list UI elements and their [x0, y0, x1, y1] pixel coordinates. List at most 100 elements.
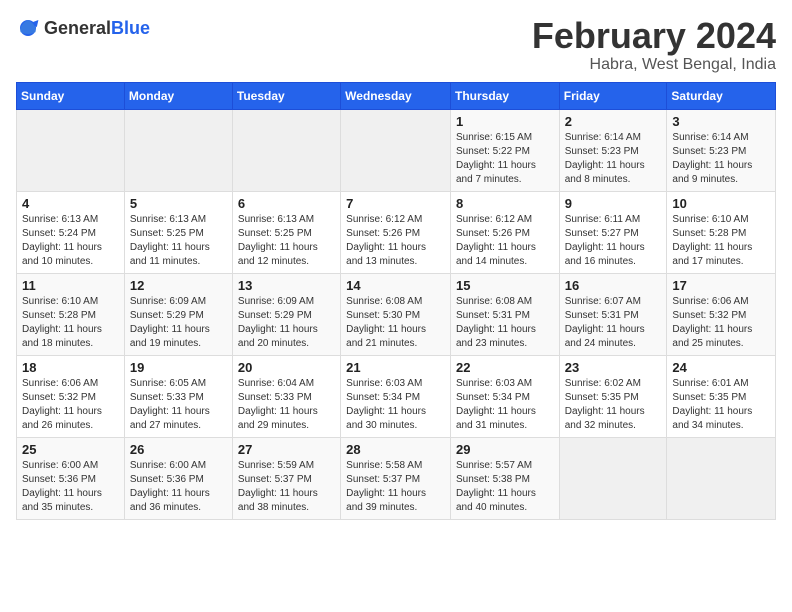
- day-cell: 8 Sunrise: 6:12 AM Sunset: 5:26 PM Daylig…: [450, 191, 559, 273]
- day-info: Sunrise: 6:04 AM Sunset: 5:33 PM Dayligh…: [238, 377, 335, 433]
- location-subtitle: Habra, West Bengal, India: [532, 56, 776, 74]
- day-cell: [559, 437, 667, 519]
- day-cell: 9 Sunrise: 6:11 AM Sunset: 5:27 PM Daylig…: [559, 191, 667, 273]
- day-info: Sunrise: 6:08 AM Sunset: 5:31 PM Dayligh…: [456, 295, 554, 351]
- day-number: 22: [456, 360, 554, 375]
- day-cell: 17 Sunrise: 6:06 AM Sunset: 5:32 PM Dayli…: [667, 273, 776, 355]
- day-info: Sunrise: 5:58 AM Sunset: 5:37 PM Dayligh…: [346, 459, 445, 515]
- day-info: Sunrise: 6:00 AM Sunset: 5:36 PM Dayligh…: [130, 459, 227, 515]
- day-cell: 15 Sunrise: 6:08 AM Sunset: 5:31 PM Dayli…: [450, 273, 559, 355]
- month-title: February 2024: [532, 16, 776, 56]
- day-cell: [232, 109, 340, 191]
- logo-blue: Blue: [111, 18, 150, 38]
- day-number: 15: [456, 278, 554, 293]
- page-header: GeneralBlue February 2024 Habra, West Be…: [16, 16, 776, 74]
- day-info: Sunrise: 6:15 AM Sunset: 5:22 PM Dayligh…: [456, 131, 554, 187]
- day-cell: 5 Sunrise: 6:13 AM Sunset: 5:25 PM Daylig…: [124, 191, 232, 273]
- title-block: February 2024 Habra, West Bengal, India: [532, 16, 776, 74]
- day-number: 26: [130, 442, 227, 457]
- day-number: 9: [565, 196, 662, 211]
- day-cell: 7 Sunrise: 6:12 AM Sunset: 5:26 PM Daylig…: [341, 191, 451, 273]
- day-number: 17: [672, 278, 770, 293]
- day-info: Sunrise: 6:14 AM Sunset: 5:23 PM Dayligh…: [672, 131, 770, 187]
- day-number: 19: [130, 360, 227, 375]
- day-number: 11: [22, 278, 119, 293]
- day-number: 12: [130, 278, 227, 293]
- day-info: Sunrise: 6:13 AM Sunset: 5:24 PM Dayligh…: [22, 213, 119, 269]
- day-number: 5: [130, 196, 227, 211]
- day-info: Sunrise: 6:13 AM Sunset: 5:25 PM Dayligh…: [238, 213, 335, 269]
- day-info: Sunrise: 5:57 AM Sunset: 5:38 PM Dayligh…: [456, 459, 554, 515]
- day-cell: 27Sunrise: 5:59 AM Sunset: 5:37 PM Dayli…: [232, 437, 340, 519]
- day-info: Sunrise: 6:00 AM Sunset: 5:36 PM Dayligh…: [22, 459, 119, 515]
- day-number: 3: [672, 114, 770, 129]
- header-saturday: Saturday: [667, 82, 776, 109]
- day-cell: [667, 437, 776, 519]
- day-info: Sunrise: 6:10 AM Sunset: 5:28 PM Dayligh…: [672, 213, 770, 269]
- day-info: Sunrise: 6:03 AM Sunset: 5:34 PM Dayligh…: [346, 377, 445, 433]
- day-cell: [17, 109, 125, 191]
- day-number: 18: [22, 360, 119, 375]
- day-cell: 26 Sunrise: 6:00 AM Sunset: 5:36 PM Dayli…: [124, 437, 232, 519]
- day-number: 4: [22, 196, 119, 211]
- day-info: Sunrise: 6:14 AM Sunset: 5:23 PM Dayligh…: [565, 131, 662, 187]
- week-row-2: 4 Sunrise: 6:13 AM Sunset: 5:24 PM Daylig…: [17, 191, 776, 273]
- calendar-table: SundayMondayTuesdayWednesdayThursdayFrid…: [16, 82, 776, 520]
- day-cell: 14Sunrise: 6:08 AM Sunset: 5:30 PM Dayli…: [341, 273, 451, 355]
- day-number: 21: [346, 360, 445, 375]
- header-monday: Monday: [124, 82, 232, 109]
- day-cell: 12 Sunrise: 6:09 AM Sunset: 5:29 PM Dayli…: [124, 273, 232, 355]
- day-number: 27: [238, 442, 335, 457]
- day-cell: 18 Sunrise: 6:06 AM Sunset: 5:32 PM Dayli…: [17, 355, 125, 437]
- day-cell: 24Sunrise: 6:01 AM Sunset: 5:35 PM Dayli…: [667, 355, 776, 437]
- header-sunday: Sunday: [17, 82, 125, 109]
- day-cell: 21 Sunrise: 6:03 AM Sunset: 5:34 PM Dayli…: [341, 355, 451, 437]
- day-info: Sunrise: 6:07 AM Sunset: 5:31 PM Dayligh…: [565, 295, 662, 351]
- day-number: 14: [346, 278, 445, 293]
- calendar-header-row: SundayMondayTuesdayWednesdayThursdayFrid…: [17, 82, 776, 109]
- day-info: Sunrise: 6:10 AM Sunset: 5:28 PM Dayligh…: [22, 295, 119, 351]
- day-cell: [341, 109, 451, 191]
- week-row-4: 18 Sunrise: 6:06 AM Sunset: 5:32 PM Dayli…: [17, 355, 776, 437]
- day-info: Sunrise: 6:12 AM Sunset: 5:26 PM Dayligh…: [346, 213, 445, 269]
- day-cell: 10Sunrise: 6:10 AM Sunset: 5:28 PM Dayli…: [667, 191, 776, 273]
- day-info: Sunrise: 6:06 AM Sunset: 5:32 PM Dayligh…: [22, 377, 119, 433]
- week-row-1: 1 Sunrise: 6:15 AM Sunset: 5:22 PM Daylig…: [17, 109, 776, 191]
- day-number: 16: [565, 278, 662, 293]
- header-wednesday: Wednesday: [341, 82, 451, 109]
- day-info: Sunrise: 6:09 AM Sunset: 5:29 PM Dayligh…: [238, 295, 335, 351]
- logo: GeneralBlue: [16, 16, 150, 40]
- logo-general: General: [44, 18, 111, 38]
- day-cell: 4 Sunrise: 6:13 AM Sunset: 5:24 PM Daylig…: [17, 191, 125, 273]
- day-info: Sunrise: 6:05 AM Sunset: 5:33 PM Dayligh…: [130, 377, 227, 433]
- day-cell: [124, 109, 232, 191]
- day-number: 1: [456, 114, 554, 129]
- day-number: 23: [565, 360, 662, 375]
- week-row-3: 11 Sunrise: 6:10 AM Sunset: 5:28 PM Dayli…: [17, 273, 776, 355]
- day-number: 29: [456, 442, 554, 457]
- day-cell: 28 Sunrise: 5:58 AM Sunset: 5:37 PM Dayli…: [341, 437, 451, 519]
- day-number: 20: [238, 360, 335, 375]
- day-info: Sunrise: 6:06 AM Sunset: 5:32 PM Dayligh…: [672, 295, 770, 351]
- day-number: 24: [672, 360, 770, 375]
- day-cell: 3 Sunrise: 6:14 AM Sunset: 5:23 PM Daylig…: [667, 109, 776, 191]
- day-info: Sunrise: 6:09 AM Sunset: 5:29 PM Dayligh…: [130, 295, 227, 351]
- week-row-5: 25Sunrise: 6:00 AM Sunset: 5:36 PM Dayli…: [17, 437, 776, 519]
- day-cell: 25Sunrise: 6:00 AM Sunset: 5:36 PM Dayli…: [17, 437, 125, 519]
- day-cell: 6 Sunrise: 6:13 AM Sunset: 5:25 PM Daylig…: [232, 191, 340, 273]
- day-cell: 19 Sunrise: 6:05 AM Sunset: 5:33 PM Dayli…: [124, 355, 232, 437]
- day-info: Sunrise: 6:03 AM Sunset: 5:34 PM Dayligh…: [456, 377, 554, 433]
- day-number: 28: [346, 442, 445, 457]
- day-number: 7: [346, 196, 445, 211]
- day-cell: 22 Sunrise: 6:03 AM Sunset: 5:34 PM Dayli…: [450, 355, 559, 437]
- day-info: Sunrise: 6:13 AM Sunset: 5:25 PM Dayligh…: [130, 213, 227, 269]
- day-cell: 11 Sunrise: 6:10 AM Sunset: 5:28 PM Dayli…: [17, 273, 125, 355]
- day-number: 8: [456, 196, 554, 211]
- day-info: Sunrise: 6:12 AM Sunset: 5:26 PM Dayligh…: [456, 213, 554, 269]
- day-info: Sunrise: 6:11 AM Sunset: 5:27 PM Dayligh…: [565, 213, 662, 269]
- day-info: Sunrise: 6:02 AM Sunset: 5:35 PM Dayligh…: [565, 377, 662, 433]
- day-number: 6: [238, 196, 335, 211]
- header-friday: Friday: [559, 82, 667, 109]
- day-cell: 20 Sunrise: 6:04 AM Sunset: 5:33 PM Dayli…: [232, 355, 340, 437]
- day-cell: 13Sunrise: 6:09 AM Sunset: 5:29 PM Dayli…: [232, 273, 340, 355]
